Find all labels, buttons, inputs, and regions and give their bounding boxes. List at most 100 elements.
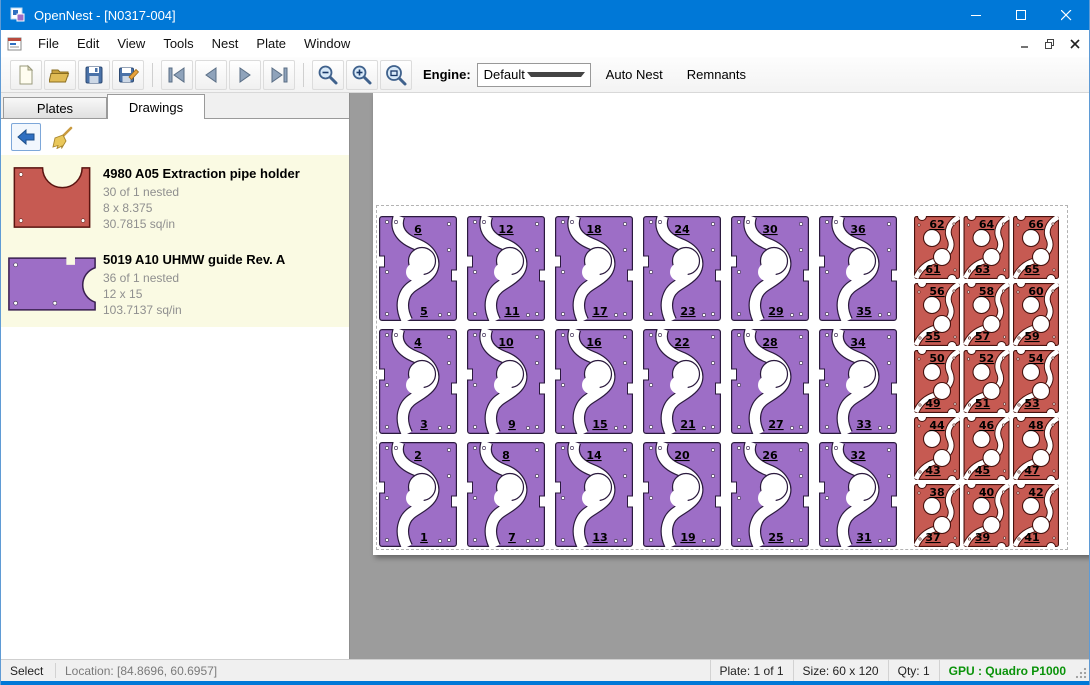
mdi-restore-button[interactable] [1039, 34, 1061, 54]
zoom-in-button[interactable] [346, 60, 378, 90]
menu-nest[interactable]: Nest [203, 32, 248, 55]
part-number: 32 [850, 449, 865, 462]
red-part-pair[interactable]: 4241 [1014, 480, 1059, 550]
purple-part-pair[interactable]: 3635 [818, 216, 899, 321]
resize-grip[interactable] [1075, 660, 1089, 681]
part-number: 43 [925, 464, 940, 477]
nav-last-icon [267, 63, 291, 87]
next-plate-button[interactable] [229, 60, 261, 90]
drawing-title: 4980 A05 Extraction pipe holder [103, 166, 349, 181]
maximize-icon [1016, 10, 1027, 21]
purple-part-pair[interactable]: 3231 [818, 442, 899, 547]
part-number: 11 [504, 305, 519, 318]
part-number: 1 [420, 531, 428, 544]
close-button[interactable] [1044, 0, 1089, 30]
mdi-close-button[interactable] [1064, 34, 1086, 54]
purple-part-pair[interactable]: 2827 [730, 329, 811, 434]
part-number: 53 [1024, 397, 1039, 410]
part-number: 29 [768, 305, 783, 318]
purple-part-pair[interactable]: 21 [378, 442, 459, 547]
drawing-area: 103.7137 sq/in [103, 302, 349, 318]
red-part-pair[interactable]: 64 63 [964, 212, 1009, 284]
part-number: 7 [508, 531, 516, 544]
red-part-pair[interactable]: 5251 [964, 346, 1009, 418]
status-plate: Plate: 1 of 1 [710, 660, 793, 681]
toolbar-separator [152, 63, 153, 87]
purple-part-pair[interactable]: 43 [378, 329, 459, 434]
purple-part-pair[interactable]: 87 [466, 442, 547, 547]
toolbar-separator [303, 63, 304, 87]
drawing-area: 30.7815 sq/in [103, 216, 349, 232]
nest-canvas[interactable]: 6512111817242330293635431091615222128273… [350, 93, 1089, 660]
drawing-list-item[interactable]: 5019 A10 UHMW guide Rev. A 36 of 1 neste… [1, 241, 349, 327]
purple-part-pair[interactable]: 65 [378, 216, 459, 321]
purple-part-pair[interactable]: 2019 [642, 442, 723, 547]
red-part-pair[interactable]: 4847 [1014, 413, 1059, 485]
purple-part-pair[interactable]: 1817 [554, 216, 635, 321]
part-number: 66 [1028, 218, 1044, 231]
purple-part-pair[interactable]: 1413 [554, 442, 635, 547]
engine-select[interactable]: Default [477, 63, 591, 87]
purple-part-pair[interactable]: 3433 [818, 329, 899, 434]
part-number: 63 [975, 263, 990, 276]
purple-part-pair[interactable]: 1211 [466, 216, 547, 321]
purple-part-pair[interactable]: 2221 [642, 329, 723, 434]
save-icon [83, 64, 105, 86]
last-plate-button[interactable] [263, 60, 295, 90]
minimize-button[interactable] [954, 0, 999, 30]
part-number: 36 [850, 223, 866, 236]
tab-plates[interactable]: Plates [3, 97, 107, 118]
red-part-pair[interactable]: 5857 [964, 279, 1009, 351]
part-number: 44 [929, 419, 945, 432]
purple-part-pair[interactable]: 2625 [730, 442, 811, 547]
save-as-button[interactable] [112, 60, 144, 90]
red-part-pair[interactable]: 5049 [915, 346, 960, 418]
part-number: 26 [762, 449, 778, 462]
tab-drawings[interactable]: Drawings [107, 94, 205, 119]
purple-part-pair[interactable]: 109 [466, 329, 547, 434]
part-number: 64 [979, 218, 995, 231]
clear-button[interactable] [49, 124, 77, 150]
purple-part-pair[interactable]: 2423 [642, 216, 723, 321]
return-part-button[interactable] [11, 123, 41, 151]
red-part-pair[interactable]: 6665 [1014, 212, 1059, 284]
broom-icon [52, 126, 74, 149]
previous-plate-button[interactable] [195, 60, 227, 90]
menu-window[interactable]: Window [295, 32, 359, 55]
menu-plate[interactable]: Plate [247, 32, 295, 55]
menu-view[interactable]: View [108, 32, 154, 55]
menu-file[interactable]: File [29, 32, 68, 55]
menu-edit[interactable]: Edit [68, 32, 108, 55]
part-number: 9 [508, 418, 516, 431]
red-part-pair[interactable]: 4645 [964, 413, 1009, 485]
purple-part-pair[interactable]: 1615 [554, 329, 635, 434]
new-button[interactable] [10, 60, 42, 90]
menu-tools[interactable]: Tools [154, 32, 202, 55]
part-number: 58 [979, 285, 994, 298]
first-plate-button[interactable] [161, 60, 193, 90]
purple-part-pair[interactable]: 3029 [730, 216, 811, 321]
auto-nest-button[interactable]: Auto Nest [597, 62, 672, 87]
red-part-pair[interactable]: 6059 [1014, 279, 1059, 351]
part-number: 50 [929, 352, 945, 365]
mdi-minimize-button[interactable] [1014, 34, 1036, 54]
red-part-pair[interactable]: 4039 [964, 480, 1009, 550]
maximize-button[interactable] [999, 0, 1044, 30]
red-part-pair[interactable]: 5453 [1014, 346, 1059, 418]
close-icon [1061, 10, 1072, 21]
red-part-pair[interactable]: 3837 [915, 480, 960, 550]
zoom-fit-button[interactable] [380, 60, 412, 90]
red-part-pair[interactable]: 44 43 [915, 413, 960, 485]
red-part-pair[interactable]: 6261 [915, 212, 960, 284]
open-button[interactable] [44, 60, 76, 90]
remnants-button[interactable]: Remnants [678, 62, 755, 87]
part-number: 24 [674, 223, 690, 236]
drawing-size: 8 x 8.375 [103, 200, 349, 216]
zoom-out-button[interactable] [312, 60, 344, 90]
side-panel: Plates Drawings 4980 A05 Extraction [1, 93, 350, 660]
panel-tabstrip: Plates Drawings [1, 93, 349, 119]
resize-grip-icon [1075, 667, 1087, 679]
drawing-list-item[interactable]: 4980 A05 Extraction pipe holder 30 of 1 … [1, 155, 349, 241]
red-part-pair[interactable]: 5655 [915, 279, 960, 351]
save-button[interactable] [78, 60, 110, 90]
